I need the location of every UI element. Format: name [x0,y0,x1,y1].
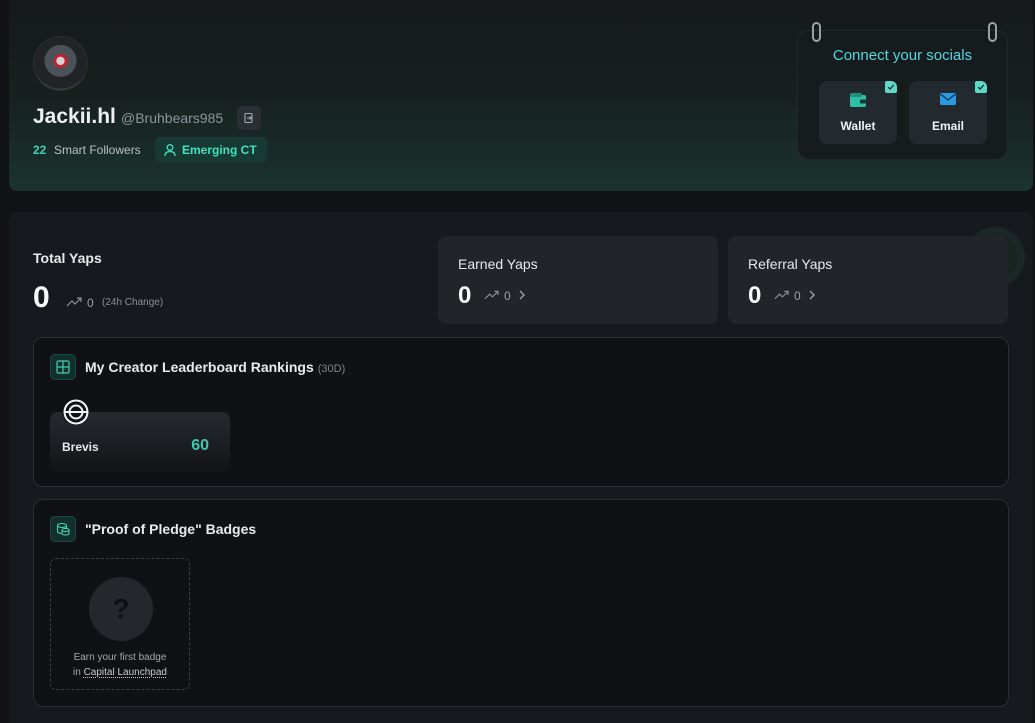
email-label: Email [931,119,964,133]
referral-yaps-card[interactable]: Referral Yaps 0 0 [728,236,1008,324]
referral-yaps-title: Referral Yaps [748,256,833,272]
smart-followers-label: Smart Followers [54,143,141,157]
leaderboard-title-text: My Creator Leaderboard Rankings [85,359,314,375]
badge-hint-line2: in Capital Launchpad [51,665,189,680]
badges-title: "Proof of Pledge" Badges [85,521,257,537]
connect-wallet-button[interactable]: Wallet [819,81,897,144]
total-yaps-change-label: (24h Change) [102,297,164,308]
total-yaps-change: 0 [87,296,94,310]
total-yaps-title: Total Yaps [33,250,102,266]
binder-ring-icon [988,22,997,42]
avatar[interactable] [33,36,88,91]
wallet-icon [850,93,866,107]
earned-yaps-value: 0 [458,282,472,309]
badge-hint-line1: Earn your first badge [73,652,167,663]
leaderboard-period: (30D) [317,363,346,375]
earned-yaps-title: Earned Yaps [458,256,538,272]
creator-leaderboard-section: My Creator Leaderboard Rankings (30D) Bre… [33,337,1009,487]
connect-socials-card: Connect your socials Wallet Email [797,22,1008,160]
tier-badge: Emerging CT [155,137,267,162]
trending-up-icon [66,297,82,307]
question-mark-icon: ? [89,577,153,641]
logout-button[interactable] [237,106,261,130]
display-name: Jackii.hl [33,105,116,128]
trending-up-icon [774,290,789,300]
referral-yaps-change: 0 [794,289,801,303]
user-handle: @Bruhbears985 [121,110,224,126]
email-icon [940,93,956,105]
empty-badge-slot: ? Earn your first badge in Capital Launc… [50,558,190,690]
chevron-right-icon [809,290,815,300]
ranking-score: 60 [191,437,209,454]
brevis-logo-icon [62,398,89,425]
tier-badge-label: Emerging CT [182,142,257,157]
connect-email-button[interactable]: Email [909,81,987,144]
earned-yaps-change: 0 [504,289,511,303]
leaderboard-icon [50,354,76,380]
trending-up-icon [484,290,499,300]
connect-socials-title: Connect your socials [832,47,973,64]
logout-icon [244,112,253,124]
capital-launchpad-link[interactable]: Capital Launchpad [84,667,167,678]
referral-yaps-value: 0 [748,282,762,309]
badge-hint-prefix: in [73,667,84,678]
chevron-right-icon [519,290,525,300]
pledge-badges-section: "Proof of Pledge" Badges ? Earn your fir… [33,499,1009,707]
coins-icon [50,516,76,542]
smart-followers-count: 22 [33,143,47,157]
earned-yaps-card[interactable]: Earned Yaps 0 0 [438,236,718,324]
binder-ring-icon [812,22,821,42]
check-icon [885,81,897,93]
check-icon [975,81,987,93]
user-icon [164,143,176,156]
ranking-project-name: Brevis [62,440,99,454]
total-yaps-value: 0 [33,281,50,314]
badge-hint: Earn your first badge in Capital Launchp… [51,650,189,680]
leaderboard-title: My Creator Leaderboard Rankings (30D) [85,359,345,375]
wallet-label: Wallet [840,119,876,133]
